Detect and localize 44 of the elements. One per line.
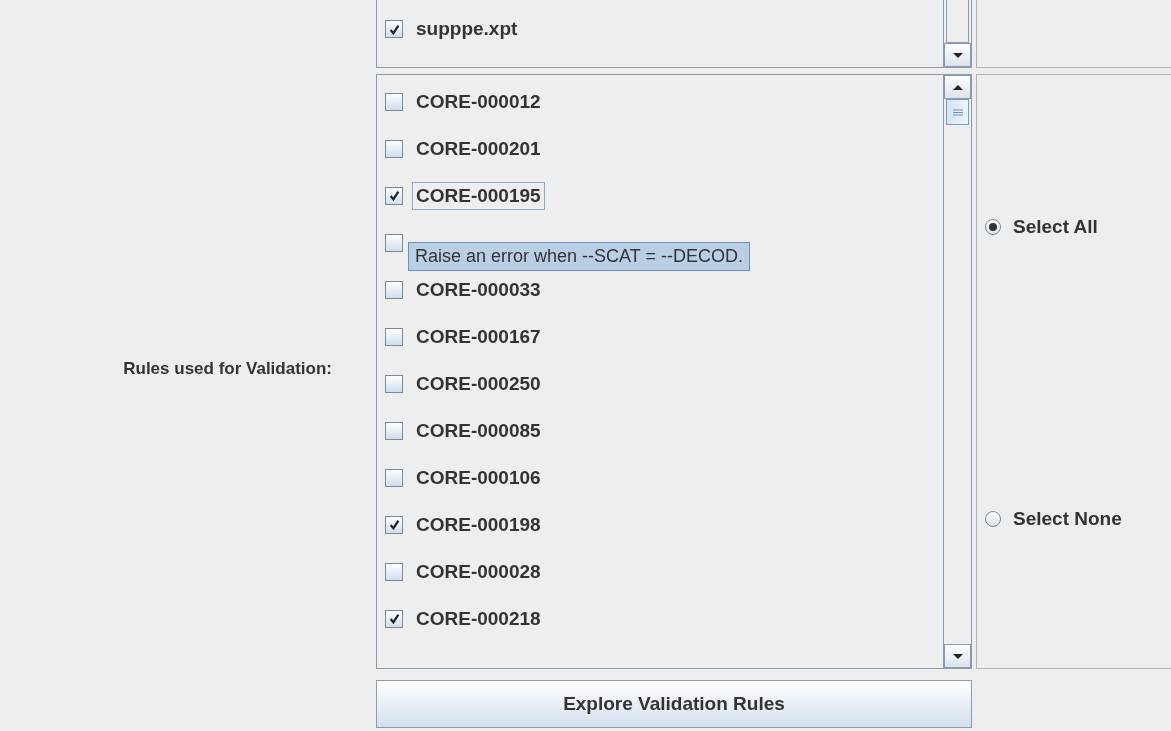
checkbox[interactable] xyxy=(385,20,403,38)
checkbox[interactable] xyxy=(385,468,403,487)
checkbox[interactable] xyxy=(385,92,403,111)
checkbox[interactable] xyxy=(385,515,403,534)
check-icon xyxy=(388,519,400,530)
checkbox[interactable] xyxy=(385,280,403,299)
rule-name[interactable]: CORE-000106 xyxy=(412,463,545,492)
scroll-up-button[interactable] xyxy=(944,75,971,99)
rules-label: Rules used for Validation: xyxy=(123,358,332,379)
check-icon xyxy=(388,613,400,624)
radio-button[interactable] xyxy=(985,511,1001,527)
grip-icon xyxy=(952,108,963,116)
checkbox[interactable] xyxy=(385,421,403,440)
rule-name[interactable]: CORE-000218 xyxy=(412,604,545,633)
caret-down-icon xyxy=(951,51,964,59)
check-icon xyxy=(388,190,400,201)
rule-name[interactable]: CORE-000198 xyxy=(412,510,545,539)
rule-name[interactable]: CORE-000201 xyxy=(412,134,545,163)
checkbox[interactable] xyxy=(385,139,403,158)
checkbox[interactable] xyxy=(385,562,403,581)
rule-name[interactable]: CORE-000167 xyxy=(412,322,545,351)
checkbox[interactable] xyxy=(385,609,403,628)
check-icon xyxy=(388,23,400,35)
rule-name[interactable]: CORE-000028 xyxy=(412,557,545,586)
caret-down-icon xyxy=(951,652,964,660)
tooltip: Raise an error when --SCAT = --DECOD. xyxy=(408,242,750,271)
scroll-down-button[interactable] xyxy=(944,43,971,67)
rule-name[interactable]: CORE-000250 xyxy=(412,369,545,398)
checkbox[interactable] xyxy=(385,327,403,346)
radio-option[interactable]: Select All xyxy=(985,216,1171,238)
file-name[interactable]: supppe.xpt xyxy=(412,15,522,43)
scrollbar-thumb[interactable] xyxy=(946,99,969,125)
checkbox[interactable] xyxy=(385,374,403,393)
rule-name[interactable]: CORE-000085 xyxy=(412,416,545,445)
explore-rules-button[interactable]: Explore Validation Rules xyxy=(376,680,972,728)
rule-name[interactable]: CORE-000033 xyxy=(412,275,545,304)
rule-name[interactable]: CORE-000195 xyxy=(412,181,545,210)
radio-option[interactable]: Select None xyxy=(985,508,1171,530)
radio-button[interactable] xyxy=(985,219,1001,235)
rule-name[interactable]: CORE-000012 xyxy=(412,87,545,116)
caret-up-icon xyxy=(951,83,964,91)
checkbox[interactable] xyxy=(385,233,403,252)
scroll-down-button[interactable] xyxy=(944,644,971,668)
checkbox[interactable] xyxy=(385,186,403,205)
